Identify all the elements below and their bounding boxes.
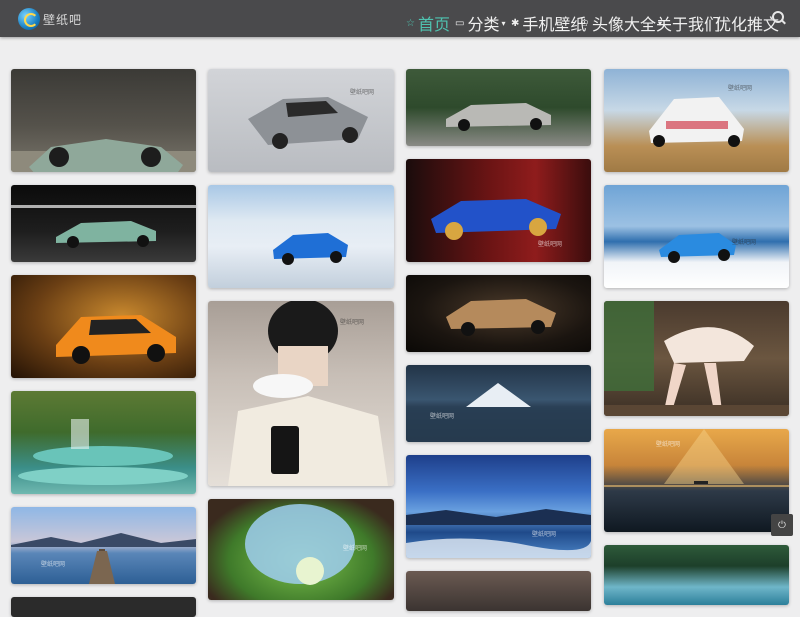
wallpaper-thumbnail bbox=[406, 383, 591, 442]
wallpaper-thumbnail bbox=[228, 301, 388, 486]
site-logo[interactable]: 壁纸吧 bbox=[18, 8, 82, 30]
wallpaper-thumbnail bbox=[56, 315, 176, 364]
wallpaper-card[interactable] bbox=[406, 275, 591, 352]
wallpaper-thumbnail bbox=[11, 205, 196, 248]
wallpaper-card[interactable]: 壁纸吧网 bbox=[406, 159, 591, 262]
nav-item-mobile-wallpaper[interactable]: ✱ 手机壁纸 bbox=[511, 11, 586, 35]
watermark: 壁纸吧网 bbox=[430, 413, 455, 420]
nav-item-home[interactable]: ☆ 首页 bbox=[406, 11, 450, 35]
wallpaper-card[interactable]: 壁纸吧网 bbox=[208, 499, 394, 600]
wallpaper-card[interactable] bbox=[604, 545, 789, 605]
star-icon: ☆ bbox=[406, 17, 415, 29]
watermark: 壁纸吧网 bbox=[343, 545, 368, 552]
nav-item-avatars[interactable]: ♔ 头像大全 ▾ bbox=[580, 11, 662, 35]
wallpaper-thumbnail bbox=[659, 233, 736, 263]
wallpaper-card[interactable] bbox=[11, 275, 196, 378]
wallpaper-card[interactable] bbox=[11, 391, 196, 494]
category-icon: ▭ bbox=[455, 17, 465, 29]
wallpaper-card[interactable]: 壁纸吧网 bbox=[604, 69, 789, 172]
wallpaper-card[interactable]: 壁纸吧网 bbox=[11, 507, 196, 584]
nav-item-label: 分类 bbox=[467, 15, 500, 34]
nav-item-about[interactable]: 关于我们 bbox=[656, 11, 720, 35]
wallpaper-card[interactable]: 壁纸吧网 bbox=[406, 365, 591, 442]
wallpaper-thumbnail bbox=[18, 419, 188, 485]
theme-toggle-button[interactable]: ⏻ bbox=[771, 514, 793, 536]
wallpaper-thumbnail bbox=[446, 103, 551, 131]
nav-item-label: 首页 bbox=[417, 15, 450, 34]
wallpaper-card[interactable]: 壁纸吧网 bbox=[208, 69, 394, 172]
logo-text: 壁纸吧 bbox=[43, 12, 83, 27]
wallpaper-thumbnail bbox=[11, 139, 196, 172]
nav-item-label: 手机壁纸 bbox=[522, 15, 587, 34]
wallpaper-thumbnail bbox=[446, 299, 556, 336]
wallpaper-thumbnail bbox=[11, 533, 196, 584]
wallpaper-card[interactable] bbox=[406, 69, 591, 146]
watermark: 壁纸吧网 bbox=[538, 241, 563, 248]
power-icon: ⏻ bbox=[778, 519, 786, 531]
watermark: 壁纸吧网 bbox=[340, 319, 365, 326]
wallpaper-card[interactable] bbox=[11, 185, 196, 262]
watermark: 壁纸吧网 bbox=[656, 441, 681, 448]
nav-item-seo-posts[interactable]: 优化推文 bbox=[715, 11, 779, 35]
wallpaper-thumbnail bbox=[273, 233, 348, 265]
nav-item-label: 头像大全 bbox=[591, 15, 656, 34]
nav-item-label: 优化推文 bbox=[715, 15, 780, 34]
watermark: 壁纸吧网 bbox=[732, 239, 757, 246]
watermark: 壁纸吧网 bbox=[350, 89, 375, 96]
search-icon[interactable] bbox=[772, 11, 786, 25]
wallpaper-card[interactable] bbox=[11, 597, 196, 617]
wallpaper-thumbnail bbox=[604, 301, 789, 416]
android-icon: ✱ bbox=[511, 17, 520, 29]
top-navigation-bar: 壁纸吧 ☆ 首页 ▭ 分类 ▾ ✱ 手机壁纸 ♔ 头像大全 ▾ 关于我们 优化推… bbox=[0, 0, 800, 37]
wallpaper-card[interactable]: 壁纸吧网 bbox=[406, 455, 591, 558]
wallpaper-card[interactable]: 壁纸吧网 bbox=[604, 185, 789, 288]
watermark: 壁纸吧网 bbox=[728, 85, 753, 92]
wallpaper-thumbnail bbox=[248, 97, 368, 149]
wallpaper-card[interactable]: 壁纸吧网 bbox=[208, 301, 394, 486]
nav-item-label: 关于我们 bbox=[656, 15, 721, 34]
watermark: 壁纸吧网 bbox=[41, 561, 66, 568]
wallpaper-thumbnail bbox=[604, 429, 789, 487]
wallpaper-card[interactable] bbox=[11, 69, 196, 172]
wallpaper-card[interactable] bbox=[208, 185, 394, 288]
wallpaper-thumbnail bbox=[431, 199, 561, 240]
nav-item-category[interactable]: ▭ 分类 ▾ bbox=[455, 11, 505, 35]
wallpaper-card[interactable] bbox=[604, 301, 789, 416]
logo-icon bbox=[18, 8, 40, 30]
crown-icon: ♔ bbox=[580, 17, 589, 29]
wallpaper-thumbnail bbox=[406, 509, 591, 558]
watermark: 壁纸吧网 bbox=[532, 531, 557, 538]
wallpaper-card[interactable] bbox=[406, 571, 591, 611]
wallpaper-thumbnail bbox=[649, 97, 744, 147]
wallpaper-card[interactable]: 壁纸吧网 bbox=[604, 429, 789, 532]
chevron-down-icon: ▾ bbox=[501, 18, 506, 28]
